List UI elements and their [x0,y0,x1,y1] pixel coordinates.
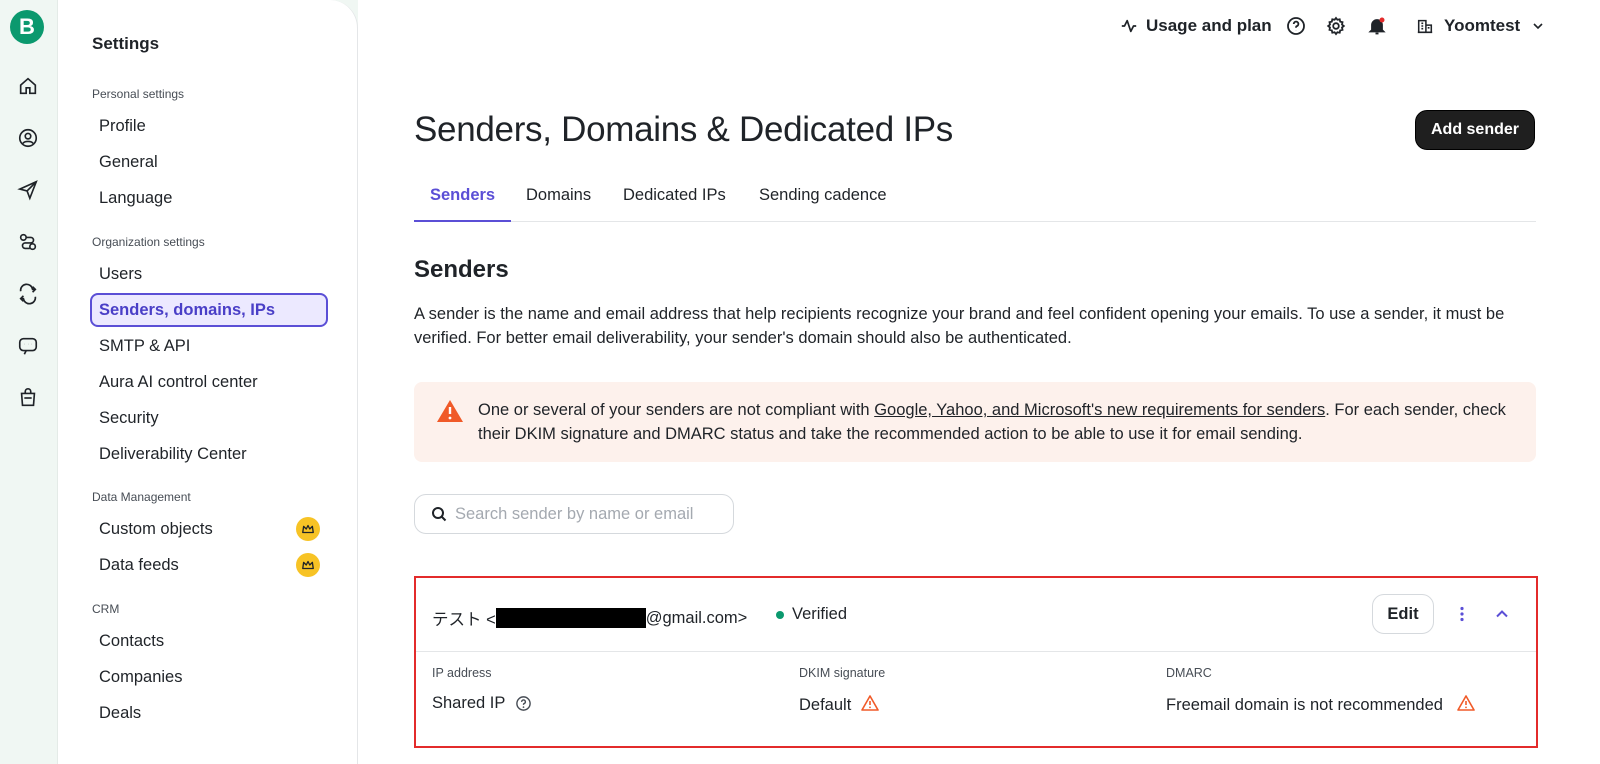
sidebar-item-profile[interactable]: Profile [90,109,328,143]
sidebar-item-security[interactable]: Security [90,401,328,435]
dkim-label: DKIM signature [799,666,886,680]
usage-and-plan-label: Usage and plan [1146,16,1272,35]
dmarc-column: DMARC Freemail domain is not recommended [1166,666,1475,717]
sidebar-item-data-feeds[interactable]: Data feeds [90,548,328,582]
dmarc-value-text: Freemail domain is not recommended [1166,696,1443,714]
usage-and-plan-link[interactable]: Usage and plan [1120,16,1272,36]
tab-senders[interactable]: Senders [414,172,512,222]
icon-rail: B [0,0,58,764]
search-input[interactable] [455,504,715,524]
home-icon[interactable] [16,74,40,98]
compliance-alert: One or several of your senders are not c… [414,382,1536,462]
crown-icon [296,553,320,577]
sidebar-item-senders-domains-ips[interactable]: Senders, domains, IPs [90,293,328,327]
bell-icon[interactable] [1367,16,1387,36]
sidebar-title: Settings [92,34,160,53]
dkim-column: DKIM signature Default [799,666,885,717]
ip-address-label: IP address [432,666,492,680]
ip-value: Shared IP [432,694,506,712]
dkim-value-text: Default [799,696,852,714]
search-icon [432,507,447,522]
warning-icon[interactable] [1457,694,1475,717]
dmarc-label: DMARC [1166,666,1212,680]
alert-message: One or several of your senders are not c… [478,398,1508,446]
organization-name: Yoomtest [1444,16,1521,35]
edit-button[interactable]: Edit [1372,594,1434,634]
activity-icon [1121,19,1137,33]
gear-icon[interactable] [1326,16,1346,36]
sender-name: テスト < [432,611,496,629]
sidebar-item-deals[interactable]: Deals [90,696,328,730]
section-personal-settings: Personal settings [92,87,185,101]
redacted-email [495,608,646,628]
senders-heading: Senders [414,256,509,283]
dmarc-value: Freemail domain is not recommended [1166,694,1475,717]
sender-email-domain: @gmail.com> [645,608,748,627]
page-title: Senders, Domains & Dedicated IPs [414,110,954,149]
tab-domains[interactable]: Domains [526,172,591,222]
sidebar-item-language[interactable]: Language [90,181,328,215]
add-sender-button[interactable]: Add sender [1415,110,1535,150]
settings-sidebar: Settings Personal settings Profile Gener… [58,0,358,764]
sidebar-item-label: Custom objects [99,519,213,538]
section-crm: CRM [92,602,120,616]
requirements-link[interactable]: Google, Yahoo, and Microsoft's new requi… [874,401,1325,419]
sidebar-item-label: Data feeds [99,555,179,574]
campaigns-icon[interactable] [16,178,40,202]
sidebar-item-deliverability-center[interactable]: Deliverability Center [90,437,328,471]
help-icon[interactable] [515,695,532,712]
warning-icon[interactable] [861,694,880,717]
dkim-value: Default [799,694,885,717]
help-icon[interactable] [1286,16,1306,36]
sidebar-item-custom-objects[interactable]: Custom objects [90,512,328,546]
building-icon [1417,19,1433,34]
sidebar-item-users[interactable]: Users [90,257,328,291]
tab-sending-cadence[interactable]: Sending cadence [759,172,887,222]
chat-icon[interactable] [16,334,40,358]
chevron-down-icon [1533,23,1543,30]
main-content: Usage and plan Yoomtest Senders, Domains… [358,0,1600,764]
conversations-icon[interactable] [16,282,40,306]
commerce-icon[interactable] [16,386,40,410]
crown-icon [296,517,320,541]
section-organization-settings: Organization settings [92,235,205,249]
status-badge: Verified [776,605,847,624]
status-label: Verified [792,605,848,623]
sidebar-item-aura-ai[interactable]: Aura AI control center [90,365,328,399]
sidebar-item-contacts[interactable]: Contacts [90,624,328,658]
ip-address-value: Shared IP [432,694,532,713]
sidebar-item-general[interactable]: General [90,145,328,179]
sender-card: テスト < @gmail.com> Verified Edit IP addre… [414,576,1538,748]
brevo-logo[interactable]: B [10,10,44,44]
chevron-up-icon[interactable] [1492,604,1512,624]
organization-switcher[interactable]: Yoomtest [1416,16,1546,36]
verified-dot [776,610,784,619]
warning-icon [437,400,463,422]
sender-search [414,494,734,534]
tab-dedicated-ips[interactable]: Dedicated IPs [623,172,726,222]
alert-text-start: One or several of your senders are not c… [478,401,875,419]
more-options-icon[interactable] [1452,604,1472,624]
ip-address-column: IP address Shared IP [432,666,532,713]
sender-identity: テスト < @gmail.com> [432,606,747,630]
section-data-management: Data Management [92,490,191,504]
tab-bar: Senders Domains Dedicated IPs Sending ca… [414,172,1536,222]
automations-icon[interactable] [16,230,40,254]
contacts-icon[interactable] [16,126,40,150]
senders-description: A sender is the name and email address t… [414,305,1505,347]
sidebar-item-smtp-api[interactable]: SMTP & API [90,329,328,363]
sender-card-header: テスト < @gmail.com> Verified Edit [416,578,1536,652]
sidebar-item-companies[interactable]: Companies [90,660,328,694]
